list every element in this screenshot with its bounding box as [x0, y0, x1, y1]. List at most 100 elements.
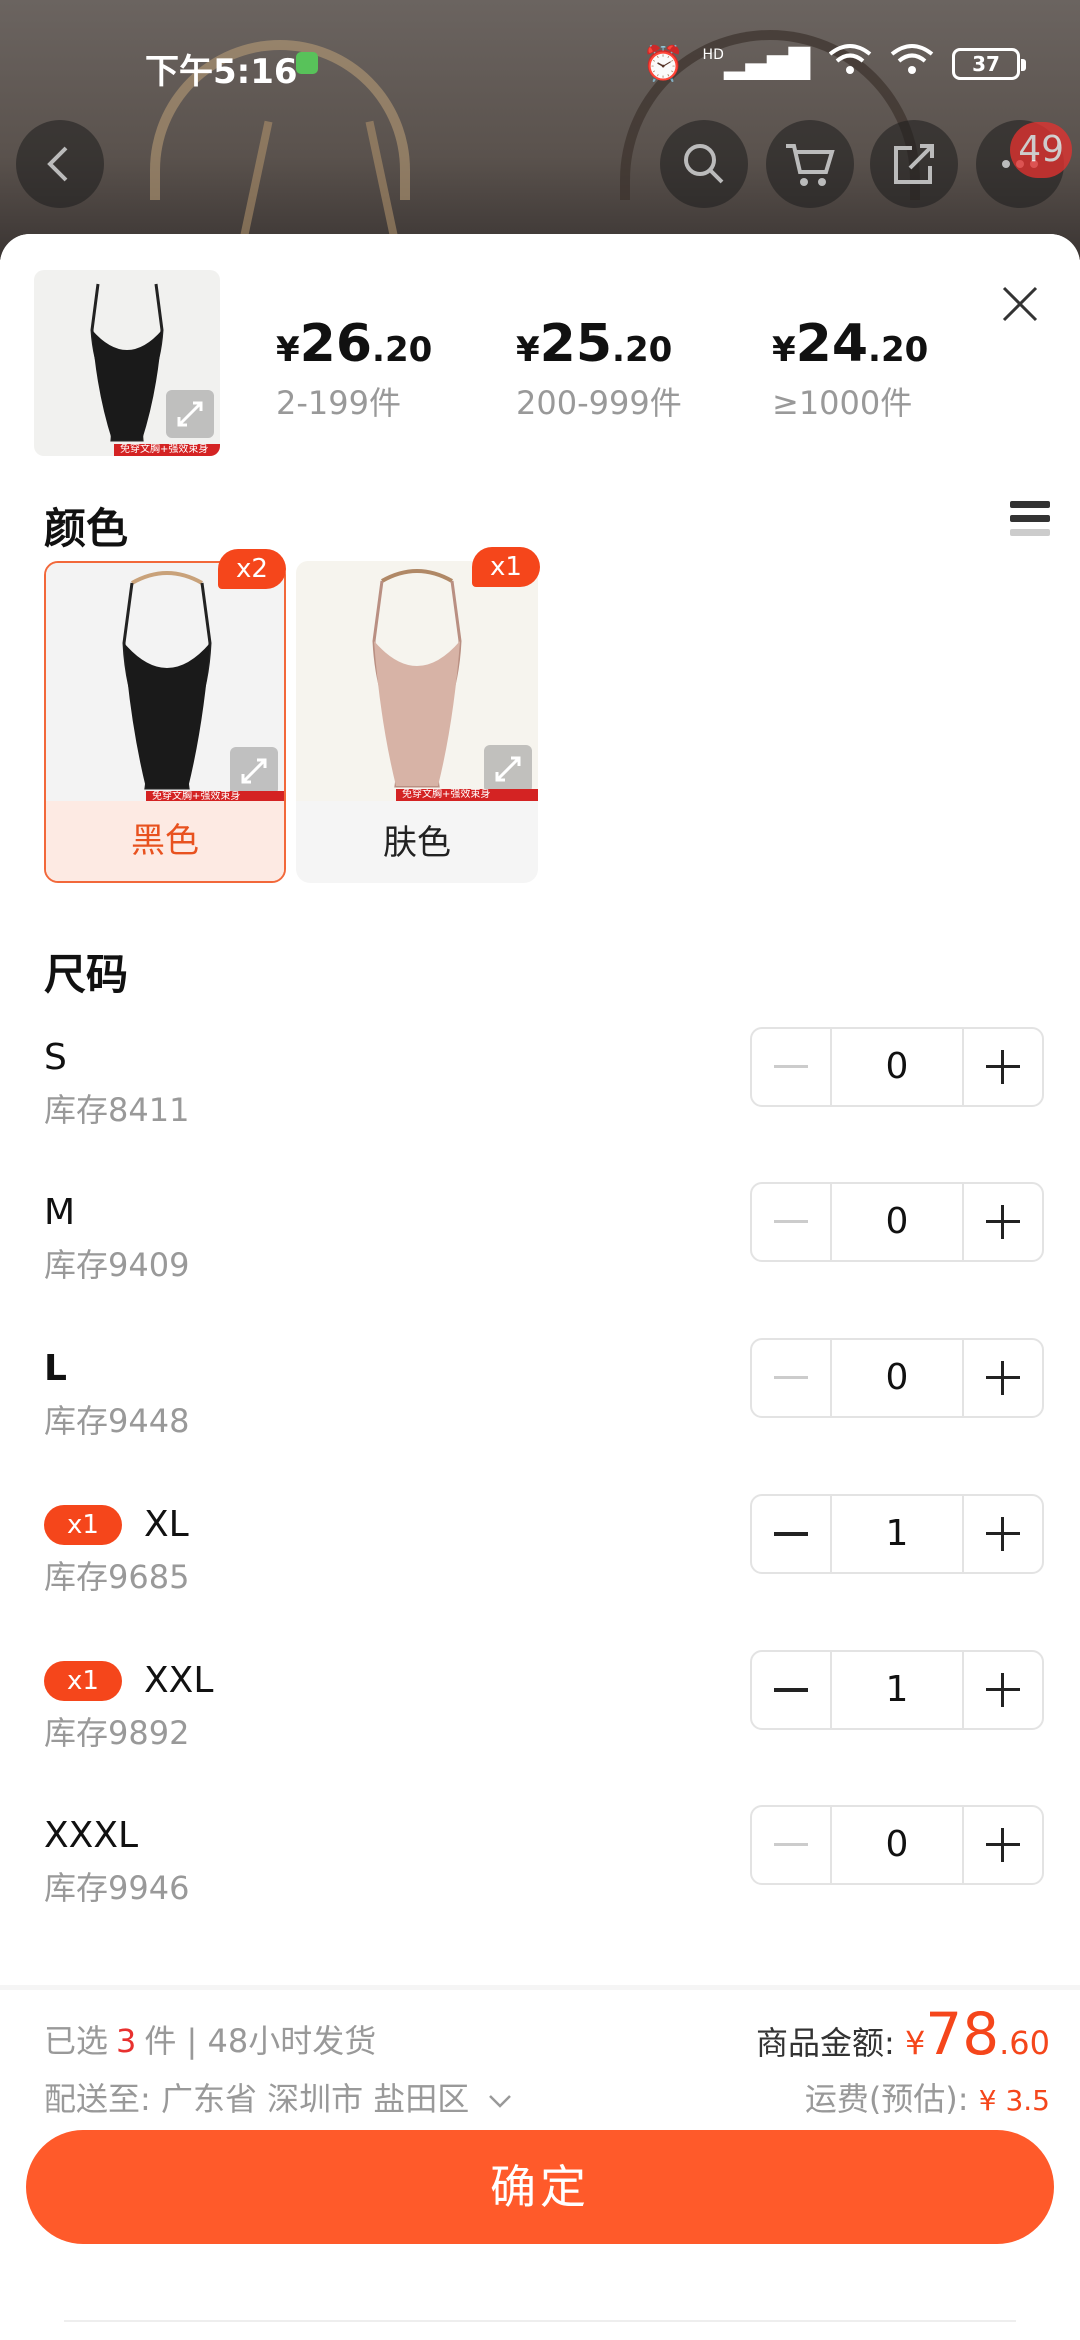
search-icon [684, 144, 724, 184]
selected-prefix: 已选 [44, 2022, 109, 2060]
quantity-value[interactable]: 0 [830, 1340, 964, 1416]
plus-icon [986, 1828, 1020, 1862]
promo-strip: 免穿文胸+强效束身 [396, 789, 538, 801]
minus-icon [774, 1843, 808, 1846]
app-notification-icon [296, 52, 318, 74]
price-range: 200-999件 [516, 384, 682, 422]
color-option-skin[interactable]: 免穿文胸+强效束身 肤色 x1 [296, 547, 540, 883]
network-label: HD [702, 47, 724, 63]
amount-currency: ¥ [904, 2024, 926, 2062]
confirm-button[interactable]: 确定 [26, 2130, 1054, 2244]
quantity-value[interactable]: 1 [830, 1652, 964, 1728]
expand-icon[interactable] [484, 745, 532, 793]
plus-icon [986, 1673, 1020, 1707]
decrement-button[interactable] [752, 1340, 830, 1416]
battery-icon: 37 [952, 47, 1026, 80]
decrement-button[interactable] [752, 1652, 830, 1728]
quantity-value[interactable]: 0 [830, 1029, 964, 1105]
price-integer: 24 [795, 314, 869, 374]
increment-button[interactable] [964, 1184, 1042, 1260]
size-row-s: S 库存8411 0 [44, 1027, 1044, 1157]
quantity-value[interactable]: 0 [830, 1184, 964, 1260]
quantity-stepper: 0 [750, 1182, 1044, 1262]
price-range: ≥1000件 [772, 384, 913, 422]
quantity-value[interactable]: 0 [830, 1807, 964, 1883]
color-option-black[interactable]: 免穿文胸+强效束身 黑色 x2 [44, 549, 286, 883]
price-currency: ¥ [516, 330, 540, 370]
size-stock: 库存9685 [44, 1558, 190, 1596]
goods-amount: 商品金额: ¥78.60 [756, 2000, 1050, 2068]
quantity-value[interactable]: 1 [830, 1496, 964, 1572]
freight-label: 运费(预估): [804, 2080, 969, 2118]
quantity-stepper: 0 [750, 1027, 1044, 1107]
minus-icon [774, 1220, 808, 1223]
price-tier-1: ¥26.20 2-199件 [276, 314, 432, 424]
size-name: L [44, 1348, 67, 1389]
price-integer: 25 [539, 314, 613, 374]
cart-button[interactable] [766, 120, 854, 208]
minus-icon [774, 1065, 808, 1068]
expand-icon[interactable] [166, 390, 214, 438]
price-tier-3: ¥24.20 ≥1000件 [772, 314, 928, 424]
size-stock: 库存8411 [44, 1091, 190, 1129]
size-stock: 库存9946 [44, 1869, 190, 1907]
share-icon [894, 144, 934, 184]
cart-count-badge: 49 [1010, 122, 1072, 178]
decrement-button[interactable] [752, 1496, 830, 1572]
alarm-icon: ⏰ [642, 43, 685, 84]
amount-integer: 78 [925, 2000, 1000, 2068]
price-tier-2: ¥25.20 200-999件 [516, 314, 682, 424]
size-section-title: 尺码 [44, 950, 129, 999]
back-icon [47, 146, 68, 182]
cart-icon [786, 144, 835, 186]
decrement-button[interactable] [752, 1029, 830, 1105]
back-button[interactable] [16, 120, 104, 208]
price-range: 2-199件 [276, 384, 401, 422]
wifi-icon [890, 42, 934, 85]
increment-button[interactable] [964, 1652, 1042, 1728]
expand-icon[interactable] [230, 747, 278, 795]
price-decimal: .20 [868, 330, 929, 370]
order-footer: 已选 3 件 | 48小时发货 配送至: 广东省 深圳市 盐田区 商品金额: ¥78… [0, 1990, 1080, 2340]
selected-summary: 已选 3 件 | 48小时发货 [44, 2016, 376, 2062]
size-stock: 库存9892 [44, 1714, 190, 1752]
promo-strip: 免穿文胸+强效束身 [114, 444, 220, 456]
color-label: 黑色 [46, 801, 284, 881]
status-icons: ⏰ HD▂▄▆█ 37 [642, 42, 1026, 85]
size-label: XL [144, 1504, 189, 1545]
size-qty-tag: x1 [44, 1660, 122, 1701]
increment-button[interactable] [964, 1807, 1042, 1883]
increment-button[interactable] [964, 1029, 1042, 1105]
size-name: x1 XXL [44, 1660, 213, 1701]
signal-icon: HD▂▄▆█ [702, 47, 810, 80]
search-button[interactable] [660, 120, 748, 208]
ship-to-selector[interactable]: 配送至: 广东省 深圳市 盐田区 [44, 2074, 513, 2120]
status-bar: 下午5:16 ⏰ HD▂▄▆█ 37 [0, 30, 1080, 100]
size-label: XXL [144, 1660, 214, 1701]
color-label: 肤色 [383, 823, 451, 863]
list-view-icon[interactable] [1010, 501, 1050, 543]
price-integer: 26 [299, 314, 373, 374]
size-row-xxl: x1 XXL 库存9892 1 [44, 1650, 1044, 1780]
increment-button[interactable] [964, 1340, 1042, 1416]
wifi-link-icon [828, 42, 872, 85]
color-qty-badge: x1 [472, 547, 540, 587]
close-button[interactable] [990, 274, 1050, 334]
sheet-header: 免穿文胸+强效束身 ¥26.20 2-199件 ¥25.20 200-999件 … [0, 234, 1080, 489]
size-label: XXXL [44, 1815, 139, 1856]
freight-estimate: 运费(预估): ¥ 3.5 [805, 2074, 1050, 2120]
plus-icon [986, 1050, 1020, 1084]
plus-icon [986, 1205, 1020, 1239]
price-currency: ¥ [772, 330, 796, 370]
share-button[interactable] [870, 120, 958, 208]
color-qty-badge: x2 [218, 549, 286, 589]
increment-button[interactable] [964, 1496, 1042, 1572]
price-currency: ¥ [276, 330, 300, 370]
product-thumbnail[interactable]: 免穿文胸+强效束身 [34, 270, 220, 456]
decrement-button[interactable] [752, 1807, 830, 1883]
decrement-button[interactable] [752, 1184, 830, 1260]
size-label: L [44, 1348, 67, 1389]
sku-content: 颜色 免穿文胸+强效束身 黑色 x2 免穿文胸+强效束身 肤色 x1 尺码 S … [16, 489, 1064, 1969]
size-qty-tag: x1 [44, 1504, 122, 1545]
chevron-down-icon [489, 2095, 512, 2108]
